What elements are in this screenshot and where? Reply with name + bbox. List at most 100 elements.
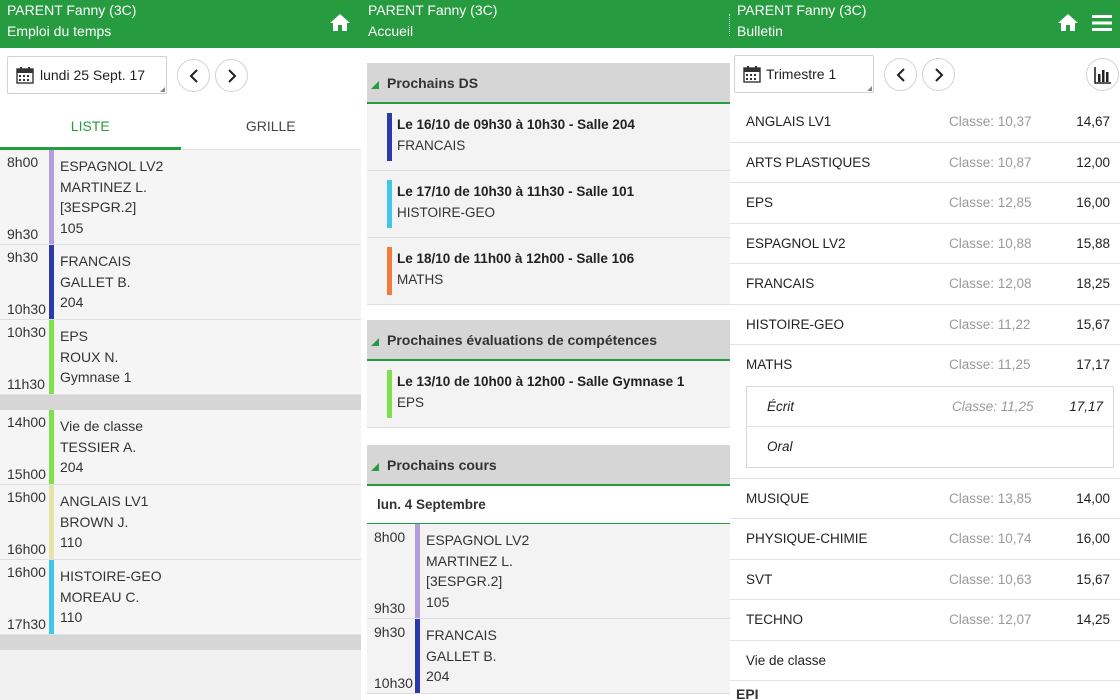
lesson-end-time: 10h30 [7, 301, 46, 317]
grade-detail-label: Écrit [767, 398, 794, 414]
section-header[interactable]: Prochaines évaluations de compétences [367, 320, 730, 361]
lesson-end-time: 15h00 [7, 466, 46, 482]
grade-detail-row: Oral [747, 427, 1113, 467]
upcoming-tests-section: Prochains DS Le 16/10 de 09h30 à 10h30 -… [367, 63, 730, 305]
chevron-left-icon [189, 68, 198, 83]
grade-detail-grade: 17,17 [1069, 398, 1103, 414]
lesson-detail-line: BROWN J. [60, 513, 129, 530]
grade-row[interactable]: SVT Classe: 10,63 15,67 [730, 559, 1120, 600]
class-average: Classe: 12,07 [949, 612, 1032, 627]
hamburger-menu-icon[interactable] [1090, 11, 1114, 35]
subject-name: TECHNO [746, 612, 803, 627]
day-header: lun. 4 Septembre [367, 486, 730, 524]
event-item[interactable]: Le 17/10 de 10h30 à 11h30 - Salle 101 HIS… [367, 171, 730, 238]
previous-day-button[interactable] [177, 59, 210, 92]
lesson-start-time: 10h30 [7, 324, 46, 340]
lesson-details: ESPAGNOL LV2 MARTINEZ L. [3ESPGR.2] 105 [426, 530, 529, 612]
home-icon[interactable] [1056, 11, 1080, 35]
lesson-detail-line: 204 [426, 668, 450, 684]
event-subject: EPS [397, 395, 425, 410]
lesson-detail-line: EPS [60, 328, 89, 344]
lesson-details: EPS ROUX N. Gymnase 1 [60, 326, 132, 388]
view-tabs: LISTE GRILLE [0, 102, 361, 150]
subject-color-bar [415, 619, 420, 693]
student-grade: 15,67 [1076, 316, 1110, 332]
subject-color-bar [49, 560, 54, 634]
event-item[interactable]: Le 18/10 de 11h00 à 12h00 - Salle 106 MAT… [367, 238, 730, 305]
grade-row[interactable]: HISTOIRE-GEO Classe: 11,22 15,67 [730, 304, 1120, 345]
grade-row[interactable]: Vie de classe [730, 640, 1120, 681]
lesson-detail-line: ESPAGNOL LV2 [426, 532, 530, 548]
subject-name: EPS [746, 195, 774, 210]
grade-row[interactable]: TECHNO Classe: 12,07 14,25 [730, 600, 1120, 641]
subject-name: MATHS [746, 357, 793, 372]
lesson-start-time: 16h00 [7, 564, 46, 580]
app-header: PARENT Fanny (3C) Emploi du temps [0, 0, 361, 48]
section-header[interactable]: Prochains DS [367, 63, 730, 104]
lesson-start-time: 9h30 [374, 624, 406, 640]
student-grade: 14,67 [1076, 114, 1110, 129]
upcoming-evaluations-section: Prochaines évaluations de compétences Le… [367, 320, 730, 428]
lesson-item[interactable]: 9h30 10h30 FRANCAIS GALLET B. 204 [367, 619, 730, 694]
lesson-details: Vie de classe TESSIER A. 204 [60, 416, 143, 478]
tab-grille[interactable]: GRILLE [181, 102, 362, 149]
lesson-item[interactable]: 8h00 9h30 ESPAGNOL LV2 MARTINEZ L. [3ESPGR.2… [367, 524, 730, 619]
event-item[interactable]: Le 13/10 de 10h00 à 12h00 - Salle Gymnas… [367, 361, 730, 428]
lesson-details: ESPAGNOL LV2 MARTINEZ L. [3ESPGR.2] 105 [60, 156, 163, 238]
lesson-detail-line: HISTOIRE-GEO [60, 568, 162, 584]
section-title: Prochains cours [387, 456, 497, 473]
subject-color-bar [387, 180, 392, 228]
lesson-list: 8h00 9h30 ESPAGNOL LV2 MARTINEZ L. [3ESPGR.2… [0, 150, 361, 650]
chevron-right-icon [227, 68, 236, 83]
period-selector[interactable]: Trimestre 1 [734, 55, 874, 93]
subject-name: PHYSIQUE-CHIMIE [746, 531, 868, 546]
chart-view-button[interactable] [1086, 58, 1119, 91]
previous-period-button[interactable] [884, 58, 917, 91]
tab-liste[interactable]: LISTE [0, 102, 181, 150]
grade-row[interactable]: PHYSIQUE-CHIMIE Classe: 10,74 16,00 [730, 519, 1120, 560]
grade-row[interactable]: EPS Classe: 12,85 16,00 [730, 183, 1120, 224]
subject-color-bar [387, 247, 392, 295]
lesson-item[interactable]: 8h00 9h30 ESPAGNOL LV2 MARTINEZ L. [3ESPGR.2… [0, 150, 361, 245]
lesson-details: FRANCAIS GALLET B. 204 [60, 251, 131, 313]
subject-name: ESPAGNOL LV2 [746, 235, 846, 251]
lesson-detail-line: FRANCAIS [426, 627, 497, 643]
lesson-detail-line: 110 [60, 534, 83, 550]
lesson-item[interactable]: 14h00 15h00 Vie de classe TESSIER A. 204 [0, 410, 361, 485]
subject-name: HISTOIRE-GEO [746, 316, 845, 332]
grade-row[interactable]: MUSIQUE Classe: 13,85 14,00 [730, 478, 1120, 519]
student-grade: 16,00 [1076, 531, 1110, 546]
lesson-detail-line: Gymnase 1 [60, 369, 132, 385]
lesson-detail-line: FRANCAIS [60, 253, 131, 269]
next-period-button[interactable] [922, 58, 955, 91]
grade-row[interactable]: ARTS PLASTIQUES Classe: 10,87 12,00 [730, 142, 1120, 183]
class-average: Classe: 10,87 [949, 154, 1032, 170]
lesson-item[interactable]: 9h30 10h30 FRANCAIS GALLET B. 204 [0, 245, 361, 320]
class-average: Classe: 11,22 [949, 316, 1031, 332]
grade-row[interactable]: ANGLAIS LV1 Classe: 10,37 14,67 [730, 102, 1120, 143]
lesson-item[interactable]: 16h00 17h30 HISTOIRE-GEO MOREAU C. 110 [0, 560, 361, 635]
lesson-detail-line: TESSIER A. [60, 438, 137, 455]
grade-row[interactable]: FRANCAIS Classe: 12,08 18,25 [730, 264, 1120, 305]
student-grade: 16,00 [1076, 195, 1110, 210]
grade-row[interactable]: MATHS Classe: 11,25 17,17 [730, 345, 1120, 386]
home-icon[interactable] [328, 11, 352, 35]
subject-name: ANGLAIS LV1 [746, 114, 832, 129]
lesson-item[interactable]: 10h30 11h30 EPS ROUX N. Gymnase 1 [0, 320, 361, 395]
lesson-detail-line: MOREAU C. [60, 588, 140, 605]
chevron-left-icon [896, 67, 905, 82]
event-item[interactable]: Le 16/10 de 09h30 à 10h30 - Salle 204 FRA… [367, 104, 730, 171]
lesson-item[interactable]: 15h00 16h00 ANGLAIS LV1 BROWN J. 110 [0, 485, 361, 560]
grade-row[interactable]: ESPAGNOL LV2 Classe: 10,88 15,88 [730, 223, 1120, 264]
next-day-button[interactable] [215, 59, 248, 92]
section-title: Prochains DS [387, 74, 479, 91]
app-header: PARENT Fanny (3C) Bulletin [730, 0, 1120, 48]
section-header[interactable]: Prochains cours [367, 445, 730, 486]
calendar-icon [16, 67, 34, 84]
lesson-end-time: 9h30 [374, 600, 406, 616]
lesson-end-time: 10h30 [374, 675, 413, 691]
class-average: Classe: 12,08 [949, 276, 1032, 291]
grade-detail-box: Écrit Classe: 11,25 17,17 Oral [746, 385, 1114, 468]
date-picker[interactable]: lundi 25 Sept. 17 [7, 56, 167, 94]
lesson-end-time: 9h30 [7, 226, 39, 242]
